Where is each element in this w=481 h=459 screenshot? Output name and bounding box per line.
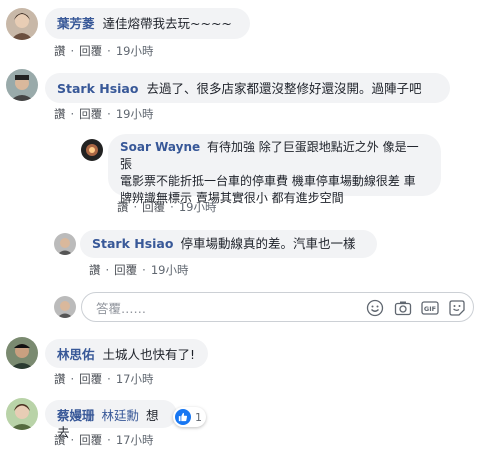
separator: · bbox=[107, 44, 111, 58]
comment-bubble: 蔡嫚珊 林廷勳 想去 bbox=[45, 400, 177, 440]
comment-actions: 讚 · 回覆 · 17小時 bbox=[54, 371, 153, 387]
timestamp[interactable]: 19小時 bbox=[179, 200, 217, 214]
emoji-icon[interactable] bbox=[366, 299, 384, 317]
commenter-name[interactable]: 葉芳菱 bbox=[57, 16, 95, 31]
comment-actions: 讚 · 回覆 · 19小時 bbox=[54, 43, 153, 59]
avatar[interactable] bbox=[6, 69, 38, 101]
like-link[interactable]: 讚 bbox=[54, 44, 66, 58]
reply-link[interactable]: 回覆 bbox=[79, 372, 102, 386]
reply-text-line: 電影票不能折抵一台車的停車費 機車停車場動線很差 車 bbox=[120, 174, 416, 188]
like-link[interactable]: 讚 bbox=[54, 372, 66, 386]
comment-actions: 讚 · 回覆 · 17小時 bbox=[54, 432, 153, 448]
timestamp[interactable]: 19小時 bbox=[151, 263, 189, 277]
separator: · bbox=[133, 200, 138, 214]
gif-icon[interactable]: GIF bbox=[421, 299, 439, 317]
reply-bubble: Stark Hsiao 停車場動線真的差。汽車也一樣 bbox=[80, 230, 377, 258]
avatar[interactable] bbox=[81, 139, 103, 161]
camera-icon[interactable] bbox=[394, 299, 412, 317]
current-user-avatar bbox=[54, 296, 76, 318]
avatar[interactable] bbox=[6, 337, 38, 369]
separator: · bbox=[107, 107, 111, 121]
separator: · bbox=[107, 372, 111, 386]
comment-bubble: 林思佑 土城人也快有了! bbox=[45, 339, 208, 368]
like-link[interactable]: 讚 bbox=[117, 200, 129, 214]
reply-input[interactable] bbox=[94, 299, 338, 317]
reply-link[interactable]: 回覆 bbox=[142, 200, 165, 214]
like-link[interactable]: 讚 bbox=[89, 263, 101, 277]
separator: · bbox=[70, 372, 75, 386]
comment-text: 達佳熔帶我去玩~~~~ bbox=[102, 16, 232, 31]
avatar[interactable] bbox=[54, 233, 76, 255]
comment-bubble: Stark Hsiao 去過了、很多店家都還沒整修好還沒開。過陣子吧 bbox=[45, 73, 450, 103]
timestamp[interactable]: 19小時 bbox=[116, 107, 154, 121]
reply-link[interactable]: 回覆 bbox=[79, 433, 102, 447]
tagged-user[interactable]: 林廷勳 bbox=[102, 408, 140, 423]
reply-bubble: Soar Wayne 有待加強 除了巨蛋跟地點近之外 像是一張 電影票不能折抵一… bbox=[108, 134, 441, 205]
separator: · bbox=[142, 263, 146, 277]
svg-text:GIF: GIF bbox=[424, 305, 436, 313]
separator: · bbox=[170, 200, 174, 214]
timestamp[interactable]: 19小時 bbox=[116, 44, 154, 58]
comment-text: 去過了、很多店家都還沒整修好還沒開。過陣子吧 bbox=[146, 81, 422, 96]
comment-actions: 讚 · 回覆 · 19小時 bbox=[89, 262, 188, 278]
comment-text: 土城人也快有了! bbox=[102, 347, 196, 362]
avatar[interactable] bbox=[6, 398, 38, 430]
sticker-icon[interactable] bbox=[448, 299, 466, 317]
commenter-name[interactable]: 蔡嫚珊 bbox=[57, 408, 95, 423]
timestamp[interactable]: 17小時 bbox=[116, 433, 154, 447]
reply-text: 停車場動線真的差。汽車也一樣 bbox=[180, 236, 356, 251]
reply-link[interactable]: 回覆 bbox=[114, 263, 137, 277]
avatar[interactable] bbox=[6, 8, 38, 40]
commenter-name[interactable]: Soar Wayne bbox=[120, 140, 200, 154]
separator: · bbox=[70, 433, 75, 447]
reply-link[interactable]: 回覆 bbox=[79, 107, 102, 121]
separator: · bbox=[107, 433, 111, 447]
like-icon bbox=[175, 409, 191, 425]
reply-box[interactable]: GIF bbox=[81, 292, 474, 322]
comment-bubble: 葉芳菱 達佳熔帶我去玩~~~~ bbox=[45, 8, 250, 39]
comment-actions: 讚 · 回覆 · 19小時 bbox=[54, 106, 153, 122]
commenter-name[interactable]: 林思佑 bbox=[57, 347, 95, 362]
timestamp[interactable]: 17小時 bbox=[116, 372, 154, 386]
separator: · bbox=[70, 107, 75, 121]
reply-link[interactable]: 回覆 bbox=[79, 44, 102, 58]
separator: · bbox=[70, 44, 75, 58]
reaction-count: 1 bbox=[195, 410, 202, 424]
like-link[interactable]: 讚 bbox=[54, 107, 66, 121]
commenter-name[interactable]: Stark Hsiao bbox=[92, 236, 173, 251]
commenter-name[interactable]: Stark Hsiao bbox=[57, 81, 138, 96]
like-link[interactable]: 讚 bbox=[54, 433, 66, 447]
comment-actions: 讚 · 回覆 · 19小時 bbox=[117, 199, 216, 215]
separator: · bbox=[105, 263, 110, 277]
reaction-summary[interactable]: 1 bbox=[173, 407, 206, 427]
